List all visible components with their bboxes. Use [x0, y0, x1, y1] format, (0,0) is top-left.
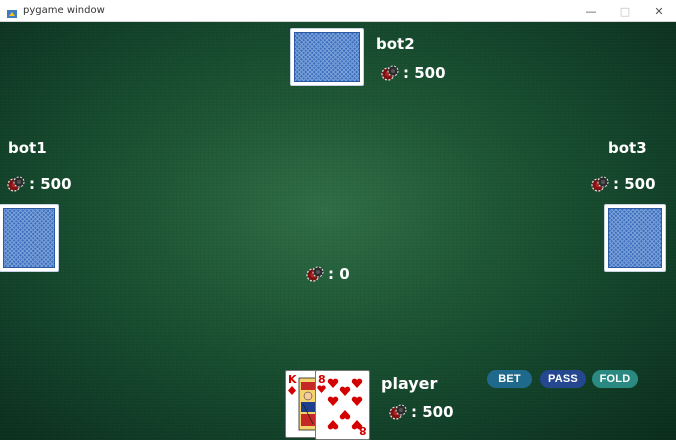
window-titlebar: pygame window — □ ✕	[0, 0, 676, 22]
close-icon[interactable]: ✕	[642, 0, 676, 22]
bot2-name: bot2	[376, 35, 415, 53]
player-name: player	[381, 374, 438, 393]
bot3-chip-count: : 500	[613, 175, 656, 193]
bot3-name: bot3	[608, 139, 647, 157]
bot1-name: bot1	[8, 139, 47, 157]
card-rank: K	[288, 373, 297, 386]
pass-button[interactable]: PASS	[540, 370, 586, 388]
pygame-app-icon	[6, 5, 18, 18]
pot-chip-count: : 0	[328, 265, 350, 283]
bot3-chips: : 500	[590, 174, 656, 194]
card-back-pattern	[608, 208, 662, 268]
bot2-chips: : 500	[380, 63, 446, 83]
card-rank: 8	[318, 373, 326, 386]
chip-icon	[6, 174, 26, 194]
bot2-chip-count: : 500	[403, 64, 446, 82]
fold-button[interactable]: FOLD	[592, 370, 638, 388]
card-back-pattern	[294, 32, 360, 82]
bot2-card-back	[290, 28, 364, 86]
pot: : 0	[305, 264, 350, 284]
chip-icon	[590, 174, 610, 194]
maximize-icon[interactable]: □	[608, 0, 642, 22]
window-title: pygame window	[23, 5, 105, 16]
bot1-chips: : 500	[6, 174, 72, 194]
player-card-eight-hearts[interactable]: 8 8	[315, 370, 370, 440]
heart-suit-icon	[317, 385, 326, 393]
chip-icon	[388, 402, 408, 422]
chip-icon	[305, 264, 325, 284]
minimize-icon[interactable]: —	[574, 0, 608, 22]
heart-pips-icon	[327, 378, 363, 430]
bot1-card-back	[0, 204, 59, 272]
bot3-card-back	[604, 204, 666, 272]
card-back-pattern	[3, 208, 55, 268]
card-rank-bottom: 8	[359, 424, 367, 437]
poker-table: bot2 : 500 bot1 : 500 bot3: 500: 0 K 8…	[0, 22, 676, 440]
bot1-chip-count: : 500	[29, 175, 72, 193]
bet-button[interactable]: BET	[487, 370, 532, 388]
player-chip-count: : 500	[411, 403, 454, 421]
chip-icon	[380, 63, 400, 83]
player-chips: : 500	[388, 402, 454, 422]
diamond-suit-icon	[288, 386, 296, 395]
